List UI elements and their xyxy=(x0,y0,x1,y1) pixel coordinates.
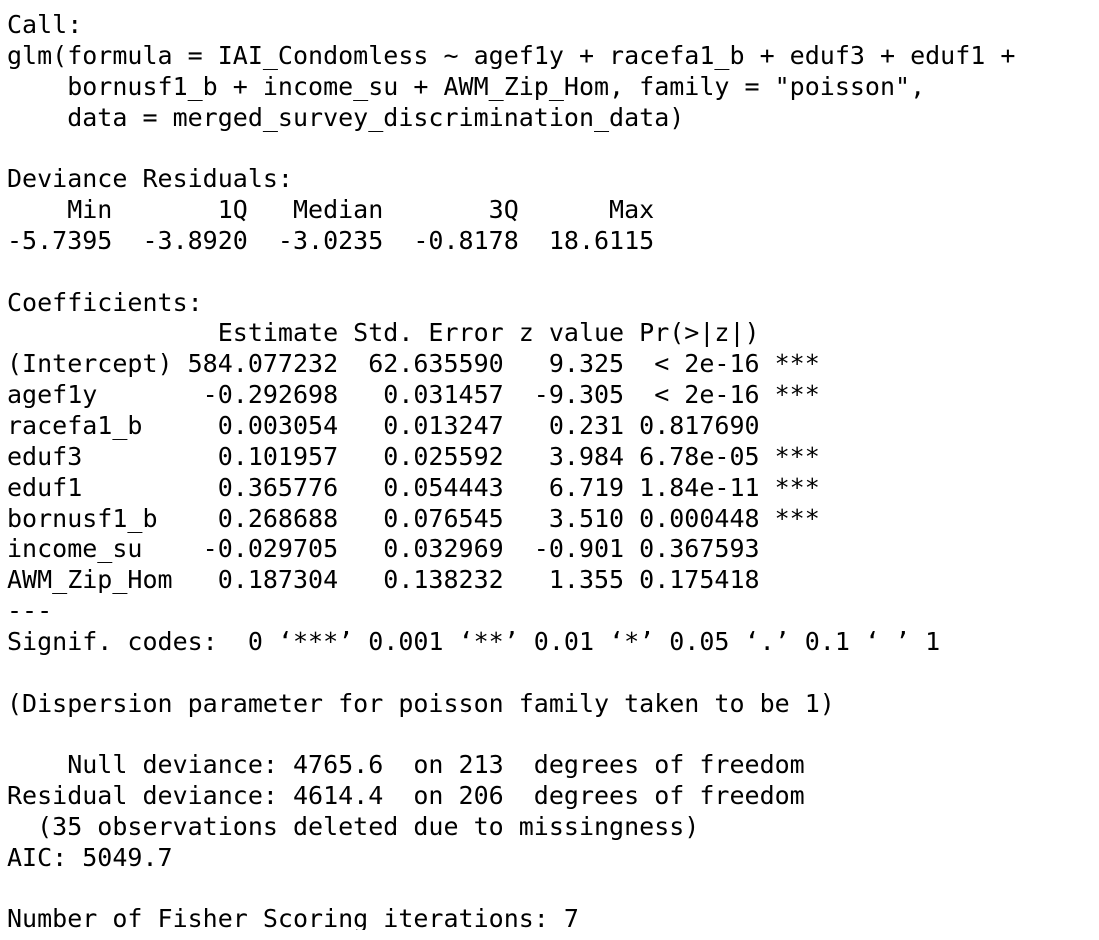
signif-codes-line: Signif. codes: 0 ‘***’ 0.001 ‘**’ 0.01 ‘… xyxy=(7,626,941,656)
coefficient-row-agef1y: agef1y -0.292698 0.031457 -9.305 < 2e-16… xyxy=(7,380,820,410)
call-formula-line-3: data = merged_survey_discrimination_data… xyxy=(7,102,685,132)
coefficient-row-awm-zip-hom: AWM_Zip_Hom 0.187304 0.138232 1.355 0.17… xyxy=(7,565,760,595)
coefficient-row-income-su: income_su -0.029705 0.032969 -0.901 0.36… xyxy=(7,534,760,564)
observations-deleted-line: (35 observations deleted due to missingn… xyxy=(7,811,700,841)
residual-deviance-line: Residual deviance: 4614.4 on 206 degrees… xyxy=(7,781,805,811)
separator-line: --- xyxy=(7,596,53,626)
fisher-iterations-line: Number of Fisher Scoring iterations: 7 xyxy=(7,904,579,930)
aic-line: AIC: 5049.7 xyxy=(7,842,173,872)
coefficient-row-eduf1: eduf1 0.365776 0.054443 6.719 1.84e-11 *… xyxy=(7,472,820,502)
coefficient-row-bornusf1-b: bornusf1_b 0.268688 0.076545 3.510 0.000… xyxy=(7,503,820,533)
coefficients-header: Coefficients: xyxy=(7,287,203,317)
call-header: Call: xyxy=(7,10,83,39)
null-deviance-line: Null deviance: 4765.6 on 213 degrees of … xyxy=(7,750,805,780)
coefficient-row-racefa1-b: racefa1_b 0.003054 0.013247 0.231 0.8176… xyxy=(7,410,760,440)
call-formula-line-2: bornusf1_b + income_su + AWM_Zip_Hom, fa… xyxy=(7,71,926,101)
coefficient-row-eduf3: eduf3 0.101957 0.025592 3.984 6.78e-05 *… xyxy=(7,441,820,471)
coefficient-row-intercept: (Intercept) 584.077232 62.635590 9.325 <… xyxy=(7,349,820,379)
deviance-residuals-header: Deviance Residuals: xyxy=(7,164,293,194)
deviance-residuals-values: -5.7395 -3.8920 -3.0235 -0.8178 18.6115 xyxy=(7,225,655,255)
deviance-residuals-columns: Min 1Q Median 3Q Max xyxy=(7,195,655,225)
call-formula-line-1: glm(formula = IAI_Condomless ~ agef1y + … xyxy=(7,40,1016,70)
console-output: Call: glm(formula = IAI_Condomless ~ age… xyxy=(7,10,1092,930)
dispersion-line: (Dispersion parameter for poisson family… xyxy=(7,688,835,718)
coefficients-columns: Estimate Std. Error z value Pr(>|z|) xyxy=(7,318,760,348)
